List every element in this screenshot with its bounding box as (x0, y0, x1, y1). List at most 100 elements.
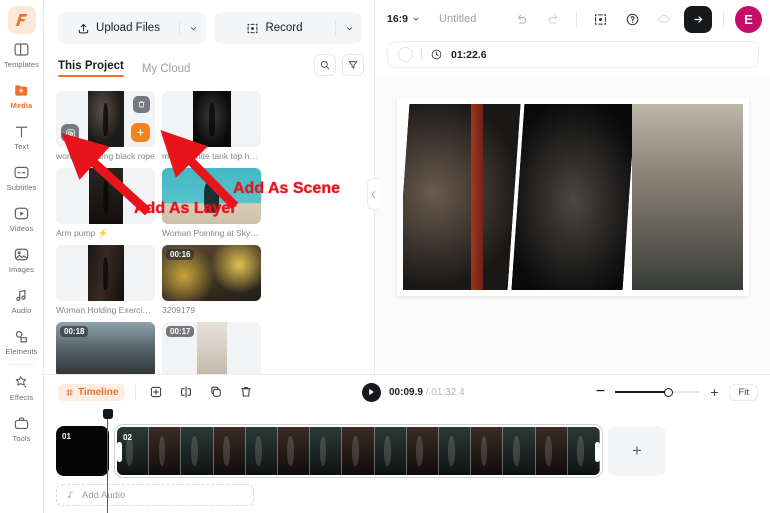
total-time: 01:32.4 (431, 386, 465, 398)
sidebar-item-effects[interactable]: Effects (0, 367, 44, 408)
media-thumbnail[interactable] (162, 168, 261, 224)
playhead-handle[interactable] (103, 409, 113, 419)
timeline-mode-chip[interactable]: Timeline (58, 383, 126, 401)
export-button[interactable] (684, 5, 712, 33)
aspect-ratio-value: 16:9 (387, 13, 409, 25)
delete-icon (239, 385, 253, 399)
sidebar-item-videos[interactable]: Videos (0, 198, 44, 239)
media-caption: 3209179 (162, 305, 196, 315)
app-logo[interactable] (7, 6, 36, 34)
upload-dropdown-toggle[interactable] (180, 23, 206, 34)
sidebar-item-tools[interactable]: Tools (0, 408, 44, 449)
redo-button[interactable] (541, 7, 565, 31)
media-thumbnail[interactable] (162, 91, 261, 147)
sidebar-item-label: Elements (5, 346, 38, 356)
media-card[interactable]: Woman Holding Exercise ... (56, 245, 155, 316)
collapse-panel-button[interactable] (367, 178, 379, 210)
preview-canvas[interactable] (397, 98, 749, 296)
media-card[interactable]: Woman Pointing at Sky o... (162, 168, 261, 239)
search-button[interactable] (314, 54, 336, 76)
cloud-sync-button[interactable] (652, 7, 676, 31)
sidebar-item-images[interactable]: Images (0, 239, 44, 280)
media-card[interactable]: man in white tank top hol... (162, 91, 261, 162)
media-card[interactable]: 00:16 3209179 (162, 245, 261, 316)
thumb-image (162, 168, 261, 224)
clip-trim-handle-right[interactable] (595, 442, 600, 462)
project-title[interactable]: Untitled (439, 13, 476, 25)
zoom-in-button[interactable]: + (708, 382, 720, 402)
zoom-slider[interactable] (615, 386, 700, 398)
sidebar-item-audio[interactable]: Audio (0, 280, 44, 321)
media-caption: man in white tank top hol... (162, 151, 261, 161)
subtitles-icon (13, 164, 30, 182)
tab-this-project[interactable]: This Project (58, 54, 124, 83)
undo-button[interactable] (509, 7, 533, 31)
media-thumbnail[interactable] (56, 91, 155, 147)
current-time: 00:09.9 (389, 386, 423, 398)
sidebar-item-label: Audio (11, 305, 32, 315)
media-thumbnail[interactable]: 00:17 (162, 322, 261, 378)
snapshot-icon (593, 12, 608, 27)
sidebar-item-media[interactable]: Media (0, 75, 44, 116)
timeline-playhead[interactable] (103, 409, 113, 513)
sidebar-item-subtitles[interactable]: Subtitles (0, 157, 44, 198)
filter-button[interactable] (342, 54, 364, 76)
tab-my-cloud[interactable]: My Cloud (142, 57, 191, 81)
upload-files-button[interactable]: Upload Files (58, 12, 206, 44)
thumb-image (87, 245, 124, 301)
effects-icon (13, 374, 30, 392)
add-as-layer-button[interactable] (61, 124, 79, 142)
add-as-scene-button[interactable] (131, 123, 150, 142)
split-button[interactable] (176, 382, 196, 402)
avatar[interactable]: E (735, 5, 762, 33)
media-card[interactable]: Arm pump ⚡ (56, 168, 155, 239)
add-audio-track[interactable]: Add Audio (56, 484, 254, 506)
sidebar-item-text[interactable]: Text (0, 116, 44, 157)
record-label: Record (265, 22, 303, 34)
images-icon (13, 246, 30, 264)
add-scene-button[interactable]: + (608, 426, 666, 476)
layer-icon (65, 128, 76, 139)
record-button[interactable]: Record (214, 12, 362, 44)
media-thumbnail[interactable] (56, 168, 155, 224)
media-thumbnail[interactable]: 00:18 (56, 322, 155, 378)
timeline-clip[interactable]: 01 (56, 426, 109, 476)
duplicate-button[interactable] (206, 382, 226, 402)
chevron-down-icon (344, 23, 355, 34)
zoom-out-button[interactable]: − (594, 382, 606, 402)
sidebar-item-elements[interactable]: Elements (0, 321, 44, 362)
media-thumbnail[interactable]: 00:16 (162, 245, 261, 301)
help-icon (625, 12, 640, 27)
redo-icon (546, 12, 561, 27)
upload-files-main[interactable]: Upload Files (58, 12, 179, 44)
media-card[interactable]: woman holding black rope (56, 91, 155, 162)
tab-label: My Cloud (141, 62, 191, 75)
clip-trim-handle-left[interactable] (117, 442, 122, 462)
record-dropdown-toggle[interactable] (336, 23, 362, 34)
delete-button[interactable] (236, 382, 256, 402)
toolbar-divider (723, 11, 724, 27)
preview-collage (403, 104, 743, 290)
scene-thumb-placeholder[interactable] (398, 47, 413, 62)
video-track: 01 02 + (56, 424, 770, 478)
upload-icon (77, 22, 90, 35)
media-caption: Woman Holding Exercise ... (56, 305, 155, 315)
video-editor-window: Templates Media Text Subtitles Videos Im… (0, 0, 770, 513)
split-icon (179, 385, 193, 399)
snapshot-button[interactable] (588, 7, 612, 31)
add-clip-button[interactable] (146, 382, 166, 402)
toolbar-divider (576, 11, 577, 27)
aspect-ratio-selector[interactable]: 16:9 (387, 13, 421, 25)
help-button[interactable] (620, 7, 644, 31)
sidebar-item-templates[interactable]: Templates (0, 34, 44, 75)
media-thumbnail[interactable] (56, 245, 155, 301)
record-main[interactable]: Record (214, 12, 335, 44)
fit-button[interactable]: Fit (729, 383, 758, 401)
timeline-area: Timeline 00:09.9 / 01:32.4 − + Fit 01 02… (44, 374, 770, 513)
timeline-clip[interactable]: 02 (114, 424, 603, 478)
play-button[interactable] (362, 382, 381, 402)
music-note-icon (66, 490, 76, 500)
slider-knob[interactable] (664, 387, 674, 397)
delete-media-button[interactable] (133, 96, 150, 113)
export-arrow-icon (692, 13, 705, 26)
